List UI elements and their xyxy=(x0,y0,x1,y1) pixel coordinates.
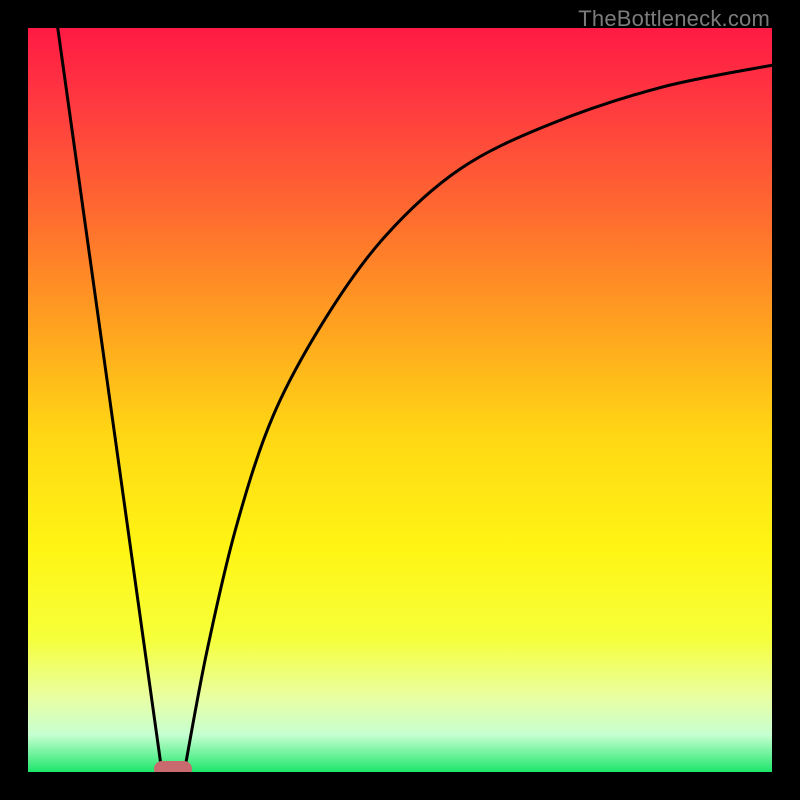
optimal-range-marker xyxy=(154,761,191,772)
curve-overlay xyxy=(28,28,772,772)
plot-area xyxy=(28,28,772,772)
chart-frame: TheBottleneck.com xyxy=(0,0,800,800)
curve-right-limb xyxy=(184,65,772,772)
curve-left-limb xyxy=(58,28,162,772)
